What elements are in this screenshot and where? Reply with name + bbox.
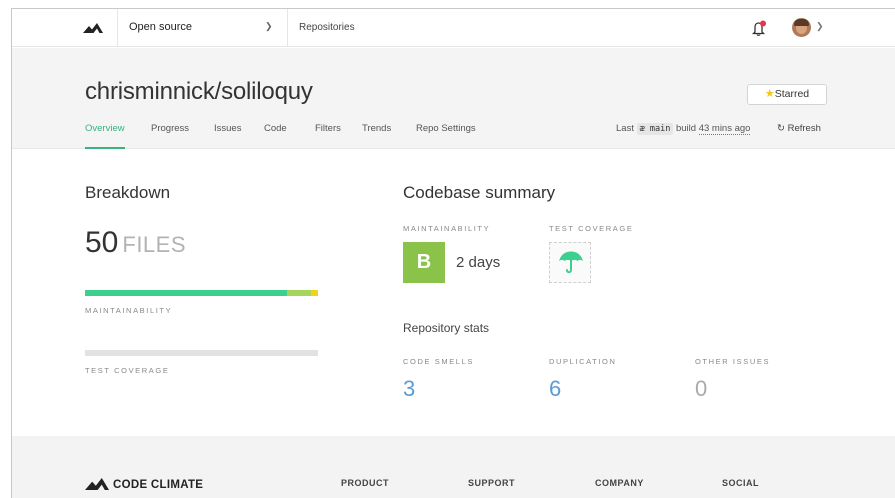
user-menu[interactable]: ❯ — [792, 18, 832, 38]
org-select-value: Open source — [129, 21, 192, 33]
footer-support-heading: SUPPORT — [468, 478, 516, 488]
app-window: Open source ❯ Repositories ❯ chrisminnic… — [11, 8, 895, 498]
footer-logo[interactable]: CODE CLIMATE — [85, 475, 204, 491]
maintainability-days: 2 days — [456, 254, 501, 271]
last-build-info: Last ᴂ main build 43 mins ago — [616, 123, 751, 135]
footer-company-heading: COMPANY — [595, 478, 644, 488]
bell-icon[interactable] — [750, 19, 768, 37]
breakdown-title: Breakdown — [85, 183, 171, 202]
branch-icon: ᴂ — [639, 124, 645, 134]
chevron-down-icon: ❯ — [265, 21, 273, 31]
duplication-label: DUPLICATION — [549, 357, 617, 366]
tab-code[interactable]: Code — [264, 123, 287, 149]
other-issues-label: OTHER ISSUES — [695, 357, 771, 366]
footer-product-heading: PRODUCT — [341, 478, 389, 488]
test-coverage-bar[interactable] — [85, 350, 318, 356]
file-count: 50 FILES — [85, 226, 187, 259]
summary-title: Codebase summary — [403, 183, 556, 202]
starred-button[interactable]: ★Starred — [747, 84, 827, 105]
footer-social-heading: SOCIAL — [722, 478, 760, 488]
refresh-button[interactable]: ↻ Refresh — [777, 123, 821, 134]
other-issues-count[interactable]: 0 — [695, 376, 707, 402]
tab-progress[interactable]: Progress — [151, 123, 189, 149]
maintainability-label: MAINTAINABILITY — [403, 224, 491, 233]
home-logo-link[interactable] — [12, 9, 118, 47]
tab-trends[interactable]: Trends — [362, 123, 391, 149]
page-title: chrisminnick/soliloquy — [85, 78, 313, 105]
maintainability-bar-segment — [85, 290, 287, 296]
starred-label: Starred — [774, 88, 810, 100]
code-climate-logo-icon — [83, 23, 103, 33]
duplication-count[interactable]: 6 — [549, 376, 561, 402]
maintainability-bar-label: MAINTAINABILITY — [85, 306, 173, 315]
org-select[interactable]: Open source ❯ — [118, 9, 288, 47]
tab-issues[interactable]: Issues — [214, 123, 241, 149]
code-smells-label: CODE SMELLS — [403, 357, 474, 366]
maintainability-grade-badge[interactable]: B — [403, 242, 445, 283]
footer: CODE CLIMATE PRODUCT SUPPORT COMPANY SOC… — [12, 436, 895, 498]
repo-header: chrisminnick/soliloquy ★Starred Overview… — [12, 48, 895, 149]
repository-stats-title: Repository stats — [403, 321, 490, 335]
maintainability-bar-segment — [310, 290, 318, 296]
tab-overview[interactable]: Overview — [85, 123, 125, 149]
top-nav: Open source ❯ Repositories ❯ — [12, 9, 895, 47]
avatar — [792, 18, 811, 37]
star-icon: ★ — [764, 88, 775, 100]
tab-filters[interactable]: Filters — [315, 123, 341, 149]
footer-logo-text: CODE CLIMATE — [113, 479, 204, 491]
test-coverage-bar-label: TEST COVERAGE — [85, 366, 170, 375]
build-time-link[interactable]: 43 mins ago — [698, 123, 751, 135]
code-smells-count[interactable]: 3 — [403, 376, 415, 402]
tab-repo-settings[interactable]: Repo Settings — [416, 123, 476, 149]
refresh-icon: ↻ — [777, 123, 785, 134]
branch-badge: ᴂ main — [636, 123, 674, 135]
test-coverage-setup-button[interactable] — [549, 242, 591, 283]
code-climate-logo-icon — [85, 478, 109, 490]
maintainability-bar-segment — [286, 290, 311, 296]
maintainability-bar[interactable] — [85, 290, 318, 296]
chevron-down-icon: ❯ — [816, 21, 824, 31]
umbrella-icon — [559, 251, 583, 274]
repositories-link[interactable]: Repositories — [299, 22, 355, 33]
test-coverage-label: TEST COVERAGE — [549, 224, 634, 233]
